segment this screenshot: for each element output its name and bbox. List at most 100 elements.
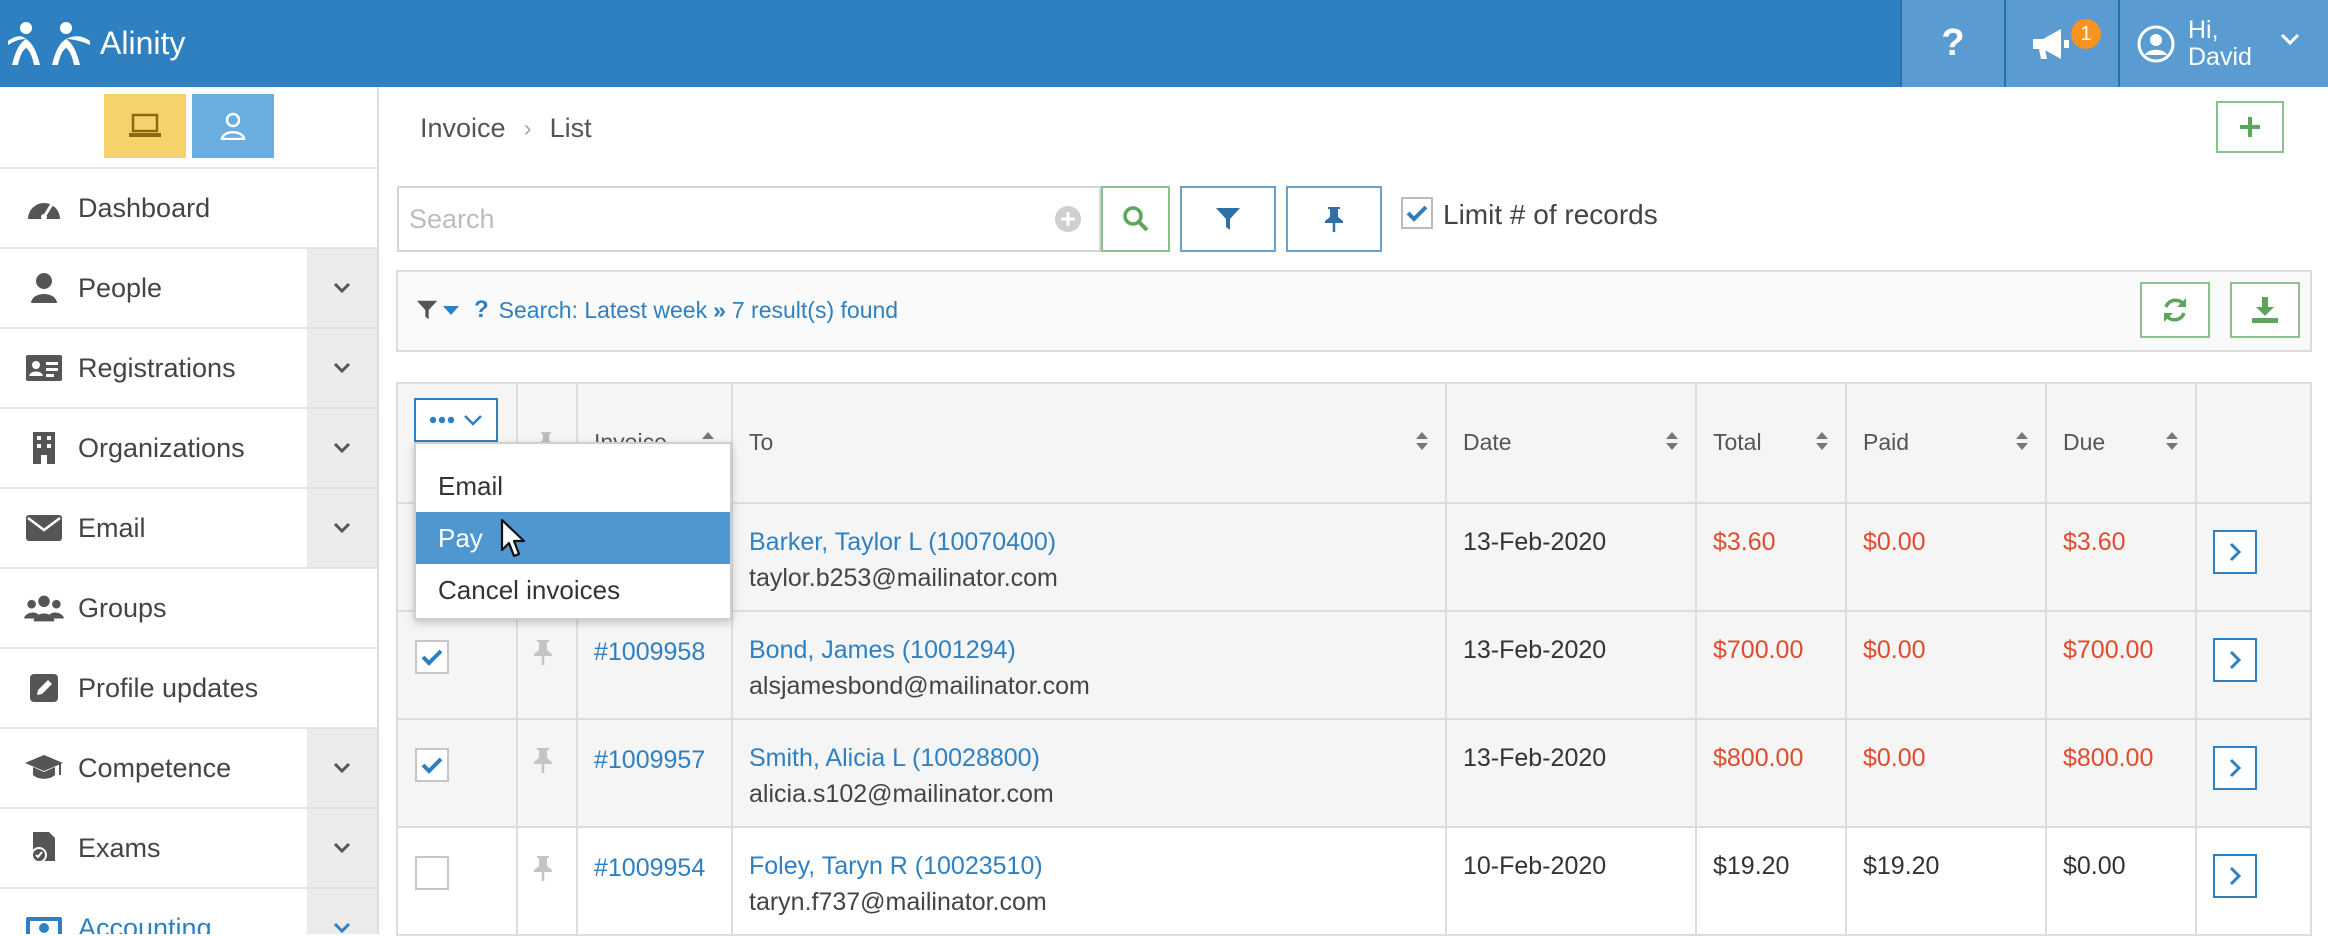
sidebar-item-label: Groups xyxy=(78,592,167,623)
invoice-link[interactable]: #1009957 xyxy=(594,746,705,775)
export-button[interactable] xyxy=(2230,282,2300,338)
pin-icon[interactable] xyxy=(532,638,554,666)
invoice-due: $0.00 xyxy=(2063,852,2126,880)
download-icon xyxy=(2252,297,2278,323)
invoice-due: $700.00 xyxy=(2063,636,2154,664)
mouse-cursor-icon xyxy=(500,518,526,558)
help-button[interactable]: ? xyxy=(1900,0,2004,87)
expand-toggle[interactable] xyxy=(307,249,377,327)
app-logo[interactable]: Alinity xyxy=(0,0,185,87)
date-column-header[interactable]: Date xyxy=(1447,384,1697,502)
to-cell: Smith, Alicia L (10028800) alicia.s102@ma… xyxy=(733,720,1447,826)
checkmark-icon xyxy=(1406,205,1428,222)
open-invoice-button[interactable] xyxy=(2213,854,2257,898)
recipient-link[interactable]: Bond, James (1001294) xyxy=(749,636,1016,665)
sidebar-item-organizations[interactable]: Organizations xyxy=(0,409,377,489)
filter-button[interactable] xyxy=(1180,186,1276,252)
menu-item-pay[interactable]: Pay xyxy=(416,512,730,564)
total-cell: $700.00 xyxy=(1697,612,1847,718)
sidebar-item-accounting[interactable]: Accounting xyxy=(0,889,377,934)
add-criteria-icon[interactable] xyxy=(1054,205,1082,233)
expand-toggle[interactable] xyxy=(307,809,377,887)
client-mode-button[interactable] xyxy=(192,94,274,158)
row-checkbox[interactable] xyxy=(415,640,449,674)
user-menu-button[interactable]: Hi, David xyxy=(2118,0,2328,87)
open-invoice-button[interactable] xyxy=(2213,530,2257,574)
select-cell xyxy=(398,720,518,826)
sidebar-item-people[interactable]: People xyxy=(0,249,377,329)
sidebar-item-email[interactable]: Email xyxy=(0,489,377,569)
sidebar-nav: Dashboard People Registrations Organization… xyxy=(0,169,377,934)
admin-mode-button[interactable] xyxy=(104,94,186,158)
chevron-right-icon xyxy=(2229,542,2242,562)
invoice-link[interactable]: #1009958 xyxy=(594,638,705,667)
pin-button[interactable] xyxy=(1286,186,1382,252)
invoice-cell: #1009954 xyxy=(578,828,733,934)
search-input[interactable] xyxy=(407,190,1037,248)
expand-toggle[interactable] xyxy=(307,489,377,567)
chevron-down-icon xyxy=(333,442,351,454)
sidebar-item-profile-updates[interactable]: Profile updates xyxy=(0,649,377,729)
pin-icon[interactable] xyxy=(532,746,554,774)
add-invoice-button[interactable] xyxy=(2216,101,2284,153)
chevron-right-icon xyxy=(2229,866,2242,886)
expand-toggle[interactable] xyxy=(307,729,377,807)
query-help-icon[interactable]: ? xyxy=(474,296,489,324)
total-column-header[interactable]: Total xyxy=(1697,384,1847,502)
to-column-header[interactable]: To xyxy=(733,384,1447,502)
invoice-link[interactable]: #1009954 xyxy=(594,854,705,883)
limit-records-checkbox[interactable] xyxy=(1401,197,1433,229)
select-cell xyxy=(398,612,518,718)
checkmark-icon xyxy=(421,649,443,666)
dashboard-icon xyxy=(24,188,64,228)
edit-icon xyxy=(24,668,64,708)
invoice-date: 13-Feb-2020 xyxy=(1463,636,1607,664)
invoice-paid: $0.00 xyxy=(1863,636,1926,664)
filter-summary: ? Search: Latest week » 7 result(s) foun… xyxy=(416,296,898,324)
menu-item-cancel-invoices[interactable]: Cancel invoices xyxy=(416,564,730,616)
recipient-link[interactable]: Barker, Taylor L (10070400) xyxy=(749,528,1056,557)
sidebar-item-exams[interactable]: Exams xyxy=(0,809,377,889)
recipient-link[interactable]: Foley, Taryn R (10023510) xyxy=(749,852,1043,881)
open-invoice-button[interactable] xyxy=(2213,746,2257,790)
refresh-button[interactable] xyxy=(2140,282,2210,338)
row-checkbox[interactable] xyxy=(415,748,449,782)
to-cell: Bond, James (1001294) alsjamesbond@mailin… xyxy=(733,612,1447,718)
open-cell xyxy=(2197,504,2312,610)
announcements-button[interactable] xyxy=(2004,0,2118,87)
recipient-email: alicia.s102@mailinator.com xyxy=(749,780,1054,808)
pin-cell xyxy=(518,720,578,826)
expand-toggle[interactable] xyxy=(307,409,377,487)
sidebar-item-registrations[interactable]: Registrations xyxy=(0,329,377,409)
paid-column-header[interactable]: Paid xyxy=(1847,384,2047,502)
filter-dropdown[interactable] xyxy=(416,299,460,321)
bulk-actions-menu: Email Pay Cancel invoices xyxy=(414,442,732,620)
sort-icon xyxy=(2016,432,2028,450)
search-button[interactable] xyxy=(1101,186,1170,252)
chevron-down-icon xyxy=(333,282,351,294)
sidebar-item-groups[interactable]: Groups xyxy=(0,569,377,649)
user-icon xyxy=(220,112,246,140)
breadcrumb-separator-icon: › xyxy=(523,114,532,142)
graduation-cap-icon xyxy=(24,748,64,788)
breadcrumb-section[interactable]: Invoice xyxy=(420,113,506,144)
expand-toggle[interactable] xyxy=(307,889,377,934)
pin-icon[interactable] xyxy=(532,854,554,882)
recipient-link[interactable]: Smith, Alicia L (10028800) xyxy=(749,744,1040,773)
app-name: Alinity xyxy=(100,25,186,61)
open-invoice-button[interactable] xyxy=(2213,638,2257,682)
megaphone-icon xyxy=(2033,28,2069,59)
refresh-icon xyxy=(2164,298,2186,322)
due-column-header[interactable]: Due xyxy=(2047,384,2197,502)
date-cell: 13-Feb-2020 xyxy=(1447,612,1697,718)
row-checkbox[interactable] xyxy=(415,856,449,890)
bulk-actions-button[interactable] xyxy=(414,398,498,442)
sort-icon xyxy=(1666,432,1678,450)
sidebar-item-competence[interactable]: Competence xyxy=(0,729,377,809)
expand-toggle[interactable] xyxy=(307,329,377,407)
sidebar-item-dashboard[interactable]: Dashboard xyxy=(0,169,377,249)
menu-item-email[interactable]: Email xyxy=(416,460,730,512)
sort-icon xyxy=(1416,432,1428,450)
exam-icon xyxy=(24,828,64,868)
person-icon xyxy=(24,268,64,308)
